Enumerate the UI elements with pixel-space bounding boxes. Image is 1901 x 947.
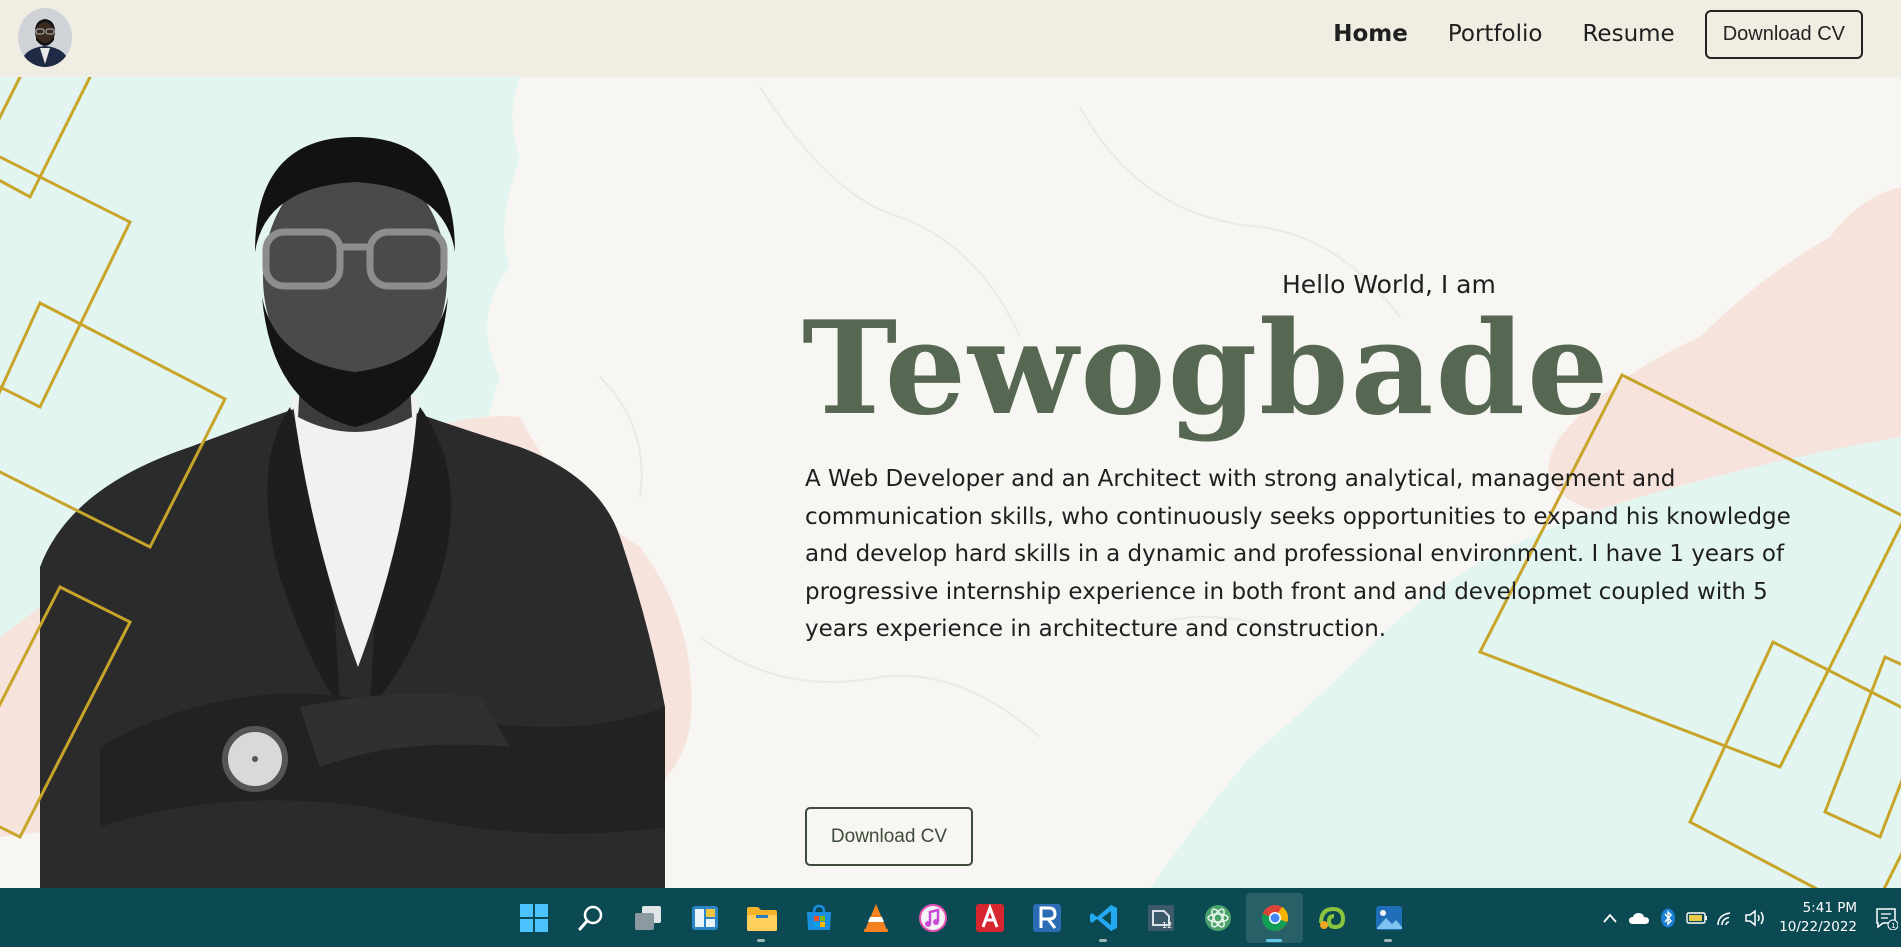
navbar: Home Portfolio Resume Download CV bbox=[0, 0, 1901, 77]
vscode-icon[interactable] bbox=[1075, 893, 1132, 943]
notification-badge: 1 bbox=[1891, 922, 1895, 930]
avatar[interactable] bbox=[18, 8, 72, 67]
widgets-icon[interactable] bbox=[676, 893, 733, 943]
nav-links: Home Portfolio Resume Download CV bbox=[1293, 9, 1863, 59]
hero-section: Hello World, I am Tewogbade A Web Develo… bbox=[0, 77, 1901, 888]
volume-icon[interactable] bbox=[1740, 903, 1769, 933]
clock-date: 10/22/2022 bbox=[1779, 918, 1857, 935]
search-icon[interactable] bbox=[562, 893, 619, 943]
itunes-icon[interactable] bbox=[904, 893, 961, 943]
svg-text:12: 12 bbox=[1162, 921, 1172, 930]
vlc-icon[interactable] bbox=[847, 893, 904, 943]
nav-link-resume[interactable]: Resume bbox=[1582, 21, 1674, 47]
hero-name: Tewogbade bbox=[802, 294, 1611, 444]
chameleon-app-icon[interactable] bbox=[1303, 893, 1360, 943]
wifi-icon[interactable] bbox=[1711, 903, 1740, 933]
chevron-up-icon[interactable] bbox=[1595, 903, 1624, 933]
microsoft-store-icon[interactable] bbox=[790, 893, 847, 943]
task-view-icon[interactable] bbox=[619, 893, 676, 943]
system-tray: 5:41 PM 10/22/2022 1 bbox=[1595, 888, 1901, 947]
running-indicator bbox=[757, 938, 765, 942]
hero-download-cv-button[interactable]: Download CV bbox=[805, 807, 973, 866]
sketchup-icon[interactable]: 12 bbox=[1132, 893, 1189, 943]
nav-link-home[interactable]: Home bbox=[1333, 21, 1408, 47]
running-indicator bbox=[1099, 938, 1107, 942]
photos-icon[interactable] bbox=[1360, 893, 1417, 943]
file-explorer-icon[interactable] bbox=[733, 893, 790, 943]
autocad-icon[interactable] bbox=[961, 893, 1018, 943]
battery-icon[interactable] bbox=[1682, 903, 1711, 933]
portrait-image bbox=[40, 137, 665, 888]
clock-time: 5:41 PM bbox=[1802, 899, 1857, 916]
taskbar-apps: 12 bbox=[505, 888, 1417, 947]
bluetooth-icon[interactable] bbox=[1653, 903, 1682, 933]
running-indicator bbox=[1384, 938, 1392, 942]
active-indicator bbox=[1266, 938, 1282, 942]
nav-download-cv-button[interactable]: Download CV bbox=[1704, 9, 1863, 59]
windows-start-icon[interactable] bbox=[505, 893, 562, 943]
hero-bio: A Web Developer and an Architect with st… bbox=[805, 466, 1791, 642]
onedrive-icon[interactable] bbox=[1624, 903, 1653, 933]
taskbar-clock[interactable]: 5:41 PM 10/22/2022 bbox=[1779, 899, 1857, 937]
nav-link-portfolio[interactable]: Portfolio bbox=[1448, 21, 1543, 47]
chrome-icon[interactable] bbox=[1246, 892, 1303, 943]
notification-icon[interactable]: 1 bbox=[1871, 888, 1901, 947]
atom-icon[interactable] bbox=[1189, 893, 1246, 943]
windows-taskbar: 12 5:41 PM 10/22/2022 1 bbox=[0, 888, 1901, 947]
revit-icon[interactable] bbox=[1018, 893, 1075, 943]
